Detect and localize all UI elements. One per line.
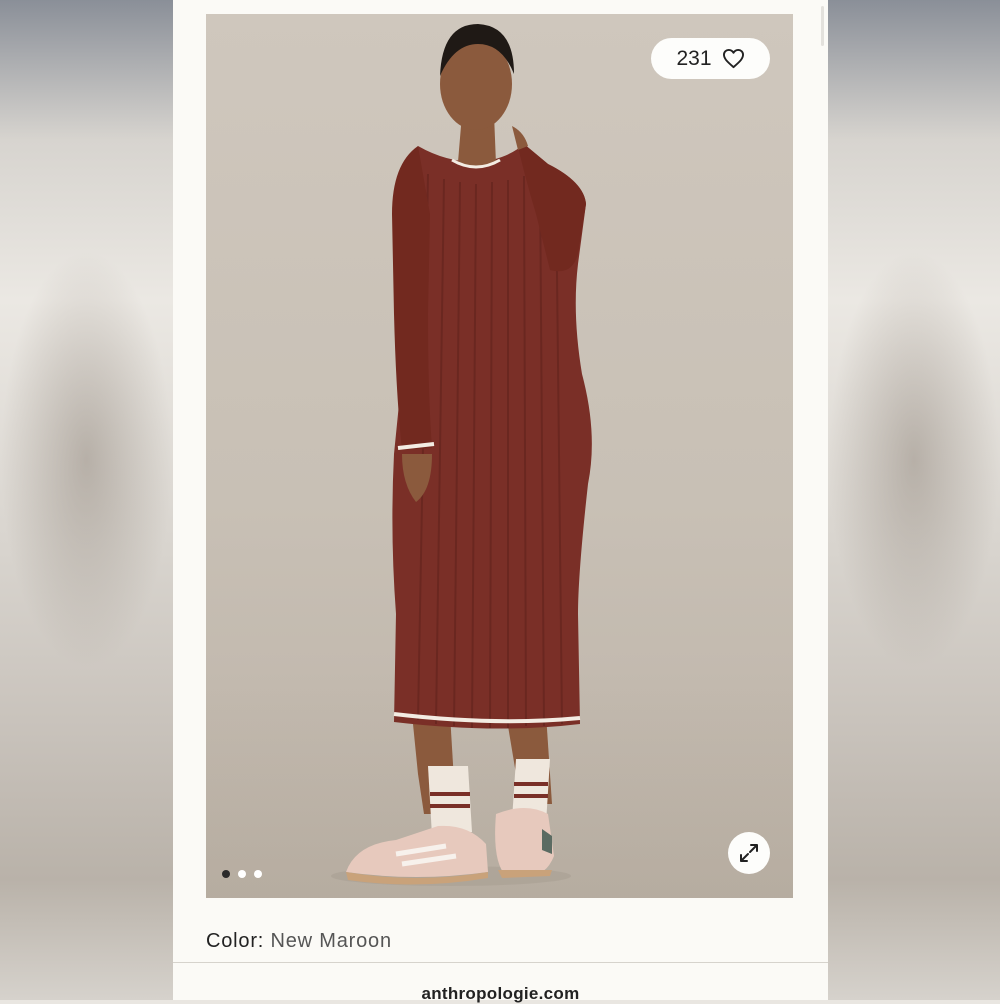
scroll-indicator [821, 6, 824, 46]
heart-icon [722, 48, 744, 69]
expand-image-button[interactable] [728, 832, 770, 874]
blurred-backdrop-left [0, 0, 173, 1000]
site-url: anthropologie.com [421, 984, 580, 1003]
expand-arrows-icon [740, 844, 758, 862]
divider [173, 962, 828, 963]
blurred-backdrop-right [828, 0, 1000, 1000]
product-image[interactable]: 231 [206, 14, 793, 898]
carousel-dot[interactable] [254, 870, 262, 878]
carousel-dot[interactable] [238, 870, 246, 878]
model-wearing-dress [331, 24, 592, 886]
like-button[interactable]: 231 [651, 38, 770, 79]
carousel-dot[interactable] [222, 870, 230, 878]
color-label: Color: [206, 930, 265, 952]
color-selection: Color: New Maroon [206, 930, 392, 953]
color-value: New Maroon [270, 930, 392, 952]
image-carousel-dots[interactable] [222, 870, 262, 878]
like-count: 231 [676, 46, 712, 70]
product-screen: 231 Color: New Maroon anthropologie.com [173, 0, 828, 1003]
